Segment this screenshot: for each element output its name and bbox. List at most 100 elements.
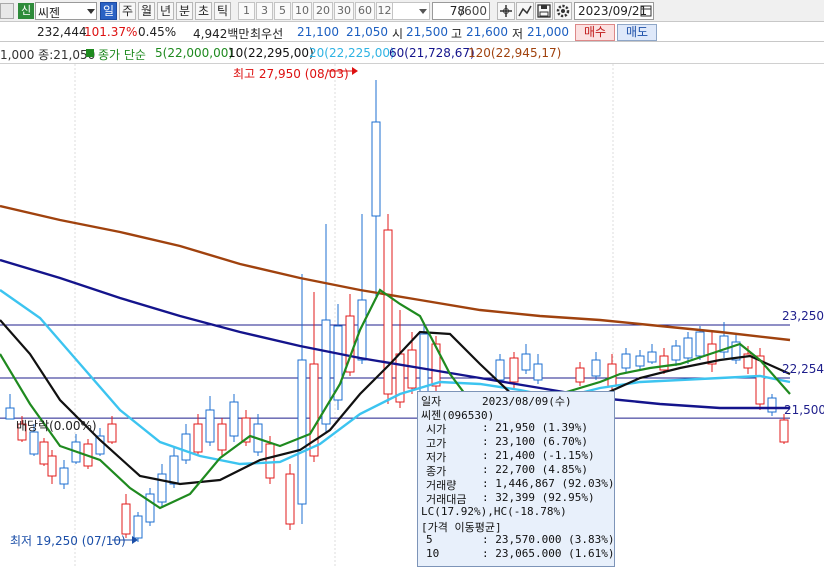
tooltip-row-value: : 22,700 (4.85%) <box>482 463 588 476</box>
interval-button-1[interactable]: 3 <box>256 2 273 20</box>
candle-body <box>297 359 307 505</box>
ma-legend-bar: 1,000 종:21,050 종가 단순 5(22,000,00) 10(22,… <box>0 42 824 64</box>
interval-button-0[interactable]: 1 <box>238 2 255 20</box>
tooltip-ma-value: : 23,065.000 (1.61%) <box>482 547 615 560</box>
candle-body <box>205 409 215 443</box>
candle-body <box>39 441 49 465</box>
candle-body <box>495 359 505 381</box>
quote-info-bar: 232,444 101.37% 0.45% 4,942백만 최우선 21,100… <box>0 22 824 42</box>
candle-body <box>193 423 203 453</box>
candle-body <box>591 359 601 377</box>
moving-average-ma120 <box>0 204 791 342</box>
period-tab-5[interactable]: 초 <box>195 2 212 20</box>
interval-button-3[interactable]: 10 <box>292 2 312 20</box>
candle-body <box>509 357 519 383</box>
level-label-2: 22,254 <box>782 362 824 376</box>
candle-body <box>229 401 239 437</box>
volume: 232,444 <box>37 25 87 39</box>
candle-body <box>621 353 631 369</box>
low-price: 21,000 <box>527 25 569 39</box>
moving-average-ma10 <box>0 319 791 486</box>
tooltip-row-value: : 21,400 (-1.15%) <box>482 449 595 462</box>
high-price: 21,600 <box>466 25 508 39</box>
period-tab-2[interactable]: 월 <box>138 2 155 20</box>
high-label: 고 <box>451 27 463 41</box>
chart-settings-icon[interactable] <box>0 3 14 19</box>
search-button[interactable] <box>85 3 97 19</box>
best-bid: 21,100 <box>297 25 339 39</box>
legend-ma60: 60(21,728,67) <box>389 46 475 60</box>
candle-body <box>695 331 705 357</box>
date-field[interactable]: 2023/09/21 <box>574 2 654 20</box>
market-badge: 신 <box>18 3 34 19</box>
candle-body <box>371 121 381 217</box>
tooltip-ma-value: : 23,570.000 (3.83%) <box>482 533 615 546</box>
level-label-3: 21,500 <box>784 403 824 417</box>
price-chart[interactable]: 최고 27,950 (08/03) 최저 19,250 (07/10) 배당락(… <box>0 64 824 567</box>
best-ask: 21,050 <box>346 25 388 39</box>
moving-average-ma60 <box>0 258 790 410</box>
candle-body <box>47 455 57 477</box>
crosshair-icon[interactable] <box>497 2 515 20</box>
legend-ma5: 5(22,000,00) <box>155 46 234 60</box>
interval-button-4[interactable]: 20 <box>313 2 333 20</box>
moving-average-ma20 <box>0 289 791 466</box>
candle-body <box>659 355 669 371</box>
date-value: 2023/09/21 <box>578 4 648 18</box>
buy-button[interactable]: 매수 <box>575 24 615 41</box>
legend-ma20: 20(22,225,00) <box>309 46 395 60</box>
trade-amount: 4,942백만 <box>193 27 250 41</box>
low-label: 저 <box>512 27 524 41</box>
bar-count-field[interactable]: 78 /600 <box>432 2 490 20</box>
open-label: 시 <box>392 27 404 41</box>
bar-count-total: /600 <box>460 4 487 18</box>
high-marker-label: 최고 27,950 (08/03) <box>233 67 349 81</box>
line-draw-icon[interactable] <box>516 2 534 20</box>
candle-body <box>635 355 645 367</box>
candle-body <box>107 423 117 443</box>
candlestick-chart[interactable] <box>0 64 824 567</box>
gear-icon[interactable] <box>554 2 572 20</box>
best-quote-label: 최우선 <box>250 27 284 41</box>
candle-body <box>767 397 777 413</box>
period-tab-1[interactable]: 주 <box>119 2 136 20</box>
candle-body <box>265 443 275 479</box>
interval-dropdown[interactable] <box>392 2 430 20</box>
candle-body <box>157 473 167 503</box>
candle-body <box>521 353 531 371</box>
tooltip-row-value: : 21,950 (1.39%) <box>482 421 588 434</box>
chevron-down-icon <box>419 9 427 14</box>
tooltip-lc-hc: LC(17.92%),HC(-18.78%) <box>421 505 567 518</box>
candle-body <box>683 337 693 359</box>
candle-body <box>671 345 681 361</box>
legend-prefix: 1,000 종:21,050 <box>0 48 96 62</box>
candle-body <box>217 423 227 451</box>
volume-ratio: 101.37% <box>84 25 138 39</box>
candle-body <box>181 433 191 461</box>
legend-title: 종가 단순 <box>98 48 146 62</box>
interval-button-6[interactable]: 60 <box>355 2 375 20</box>
chart-toolbar: 신 씨젠 일주월년분초틱 1 3 5 10 20 30 60 120 78 /600 2023… <box>0 0 824 22</box>
turnover-rate: 0.45% <box>138 25 177 39</box>
candle-body <box>575 367 585 383</box>
tooltip-row-value: : 1,446,867 (92.03%) <box>482 477 615 490</box>
tooltip-date-value: 2023/08/09(수) <box>482 395 572 408</box>
candle-body <box>285 473 295 525</box>
period-tab-0[interactable]: 일 <box>100 2 117 20</box>
tooltip-row-value: : 23,100 (6.70%) <box>482 435 588 448</box>
moving-average-ma5 <box>0 288 791 510</box>
interval-button-2[interactable]: 5 <box>274 2 291 20</box>
period-tab-4[interactable]: 분 <box>176 2 193 20</box>
interval-button-5[interactable]: 30 <box>334 2 354 20</box>
stock-name: 씨젠 <box>38 6 61 20</box>
save-icon[interactable] <box>535 2 553 20</box>
sell-button[interactable]: 매도 <box>617 24 657 41</box>
low-marker-label: 최저 19,250 (07/10) <box>10 534 126 548</box>
period-tab-3[interactable]: 년 <box>157 2 174 20</box>
candle-body <box>779 419 789 443</box>
period-tab-6[interactable]: 틱 <box>214 2 231 20</box>
tooltip-ma-label: 10 <box>426 547 440 560</box>
dividend-note: 배당락(0.00%) <box>16 419 97 433</box>
tooltip-row-value: : 32,399 (92.95%) <box>482 491 595 504</box>
candle-body <box>533 363 543 381</box>
